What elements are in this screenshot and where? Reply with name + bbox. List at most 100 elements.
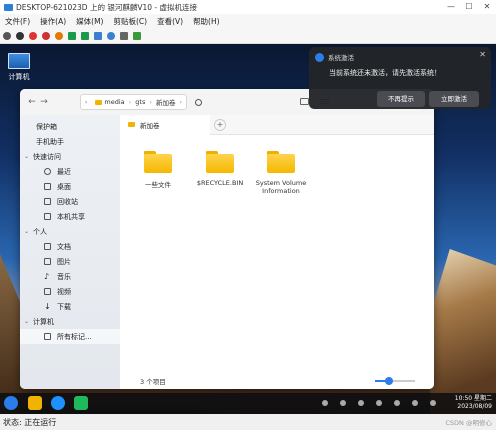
folder-icon <box>206 151 234 173</box>
search-icon[interactable] <box>195 98 203 106</box>
ctrl-alt-del-icon[interactable] <box>3 31 11 40</box>
breadcrumb-gts[interactable]: gts <box>135 98 145 106</box>
sidebar-item-music[interactable]: ♪ 音乐 <box>20 269 120 284</box>
enhanced-session-icon[interactable] <box>120 31 128 40</box>
sidebar-item-trash[interactable]: 回收站 <box>20 194 120 209</box>
sidebar-group-quick-access[interactable]: ⌄ 快速访问 <box>20 149 120 164</box>
folder-icon <box>95 99 103 105</box>
tray-icon[interactable] <box>322 400 328 406</box>
save-icon[interactable] <box>55 31 63 40</box>
file-name: System Volume Information <box>255 179 307 195</box>
tab-bar: 新加卷 + <box>120 114 434 135</box>
sidebar-item-all-tags[interactable]: 所有标记... <box>20 329 120 344</box>
sidebar-item-desktop[interactable]: 桌面 <box>20 179 120 194</box>
host-window-controls: — ☐ ✕ <box>442 0 496 14</box>
dismiss-button[interactable]: 不再提示 <box>377 91 425 107</box>
sidebar-item-vault[interactable]: 保护箱 <box>20 119 120 134</box>
sidebar-item-share[interactable]: 本机共享 <box>20 209 120 224</box>
pause-icon[interactable] <box>68 31 76 40</box>
file-item[interactable]: $RECYCLE.BIN <box>190 151 250 187</box>
menu-media[interactable]: 媒体(M) <box>71 16 108 27</box>
app-store-taskbar-icon[interactable] <box>74 396 88 410</box>
sidebar-item-label: 最近 <box>57 167 71 176</box>
notification-header: 系统激活 <box>309 47 491 62</box>
share-icon[interactable] <box>133 31 141 40</box>
zoom-slider-handle[interactable] <box>385 377 393 385</box>
host-menu-bar: 文件(F) 操作(A) 媒体(M) 剪贴板(C) 查看(V) 帮助(H) <box>0 14 496 28</box>
desktop-icon <box>44 183 51 190</box>
host-window-title: DESKTOP-621023D 上的 银河麒麟V10 - 虚拟机连接 <box>16 2 197 12</box>
file-manager-taskbar-icon[interactable] <box>28 396 42 410</box>
clock[interactable]: 10:50 星期二 2023/08/09 <box>455 395 492 411</box>
tray-icon[interactable] <box>376 400 382 406</box>
sidebar-item-label: 图片 <box>57 257 71 266</box>
menu-help[interactable]: 帮助(H) <box>188 16 225 27</box>
tray-icon[interactable] <box>412 400 418 406</box>
breadcrumb-expand[interactable]: › <box>85 99 91 106</box>
computer-icon <box>8 53 30 69</box>
maximize-button[interactable]: ☐ <box>460 0 478 14</box>
share-folder-icon <box>44 213 51 220</box>
trash-icon <box>44 198 51 205</box>
folder-icon <box>144 151 172 173</box>
download-icon: ↓ <box>44 302 51 311</box>
host-title-bar: DESKTOP-621023D 上的 银河麒麟V10 - 虚拟机连接 — ☐ ✕ <box>0 0 496 14</box>
sidebar-item-recent[interactable]: 最近 <box>20 164 120 179</box>
video-icon <box>44 288 51 295</box>
file-item[interactable]: 一些文件 <box>128 151 188 189</box>
reset-icon[interactable] <box>81 31 89 40</box>
sidebar-item-label: 所有标记... <box>57 332 92 341</box>
sidebar-group-personal[interactable]: ⌄ 个人 <box>20 224 120 239</box>
activate-button[interactable]: 立即激活 <box>429 91 479 107</box>
menu-view[interactable]: 查看(V) <box>152 16 188 27</box>
sidebar-item-downloads[interactable]: ↓ 下载 <box>20 299 120 314</box>
item-count: 3 个项目 <box>140 378 166 386</box>
sidebar-item-phone-assistant[interactable]: 手机助手 <box>20 134 120 149</box>
checkpoint-icon[interactable] <box>94 31 102 40</box>
grid-view-icon[interactable] <box>300 98 309 105</box>
minimize-button[interactable]: — <box>442 0 460 14</box>
notification-icon[interactable] <box>430 400 436 406</box>
tray-icon[interactable] <box>340 400 346 406</box>
add-tab-button[interactable]: + <box>214 118 226 131</box>
turn-off-icon[interactable] <box>29 31 37 40</box>
menu-file[interactable]: 文件(F) <box>0 16 35 27</box>
breadcrumb-media[interactable]: media <box>95 98 125 106</box>
zoom-slider[interactable] <box>375 377 415 385</box>
start-icon[interactable] <box>16 31 24 40</box>
back-icon[interactable]: ← <box>26 97 38 107</box>
shutdown-icon[interactable] <box>42 31 50 40</box>
menu-clipboard[interactable]: 剪贴板(C) <box>108 16 152 27</box>
browser-taskbar-icon[interactable] <box>51 396 65 410</box>
system-activation-icon <box>315 52 324 62</box>
folder-icon <box>267 151 295 173</box>
clock-icon <box>44 168 51 175</box>
breadcrumb-label: media <box>104 98 125 106</box>
file-item[interactable]: System Volume Information <box>251 151 311 195</box>
host-status-bar: 状态: 正在运行 CSDN @明修心 <box>0 414 496 430</box>
menu-action[interactable]: 操作(A) <box>35 16 71 27</box>
file-view: 一些文件 $RECYCLE.BIN System Volume Informat… <box>120 135 434 373</box>
tab-volume[interactable]: 新加卷 <box>120 114 210 135</box>
sidebar-item-videos[interactable]: 视频 <box>20 284 120 299</box>
close-icon[interactable]: ✕ <box>479 50 486 59</box>
sidebar-item-pictures[interactable]: 图片 <box>20 254 120 269</box>
chevron-down-icon: ⌄ <box>24 318 30 325</box>
tray-icon[interactable] <box>358 400 364 406</box>
close-button[interactable]: ✕ <box>478 0 496 14</box>
tray-icon[interactable] <box>394 400 400 406</box>
breadcrumb-separator: › <box>128 98 132 106</box>
sidebar-item-documents[interactable]: 文档 <box>20 239 120 254</box>
notification-title: 系统激活 <box>328 54 354 62</box>
sidebar-item-label: 文档 <box>57 242 71 251</box>
forward-icon[interactable]: → <box>38 97 50 107</box>
tag-icon <box>44 333 51 340</box>
sidebar-group-label: 计算机 <box>33 317 55 326</box>
sidebar-item-label: 下载 <box>57 302 71 311</box>
start-menu-icon[interactable] <box>4 396 18 410</box>
desktop-icon-computer[interactable]: 计算机 <box>8 53 30 82</box>
sidebar-group-label: 个人 <box>33 227 48 236</box>
revert-icon[interactable] <box>107 31 115 40</box>
sidebar-group-computer[interactable]: ⌄ 计算机 <box>20 314 120 329</box>
breadcrumb-volume[interactable]: 新加卷 <box>156 97 176 107</box>
